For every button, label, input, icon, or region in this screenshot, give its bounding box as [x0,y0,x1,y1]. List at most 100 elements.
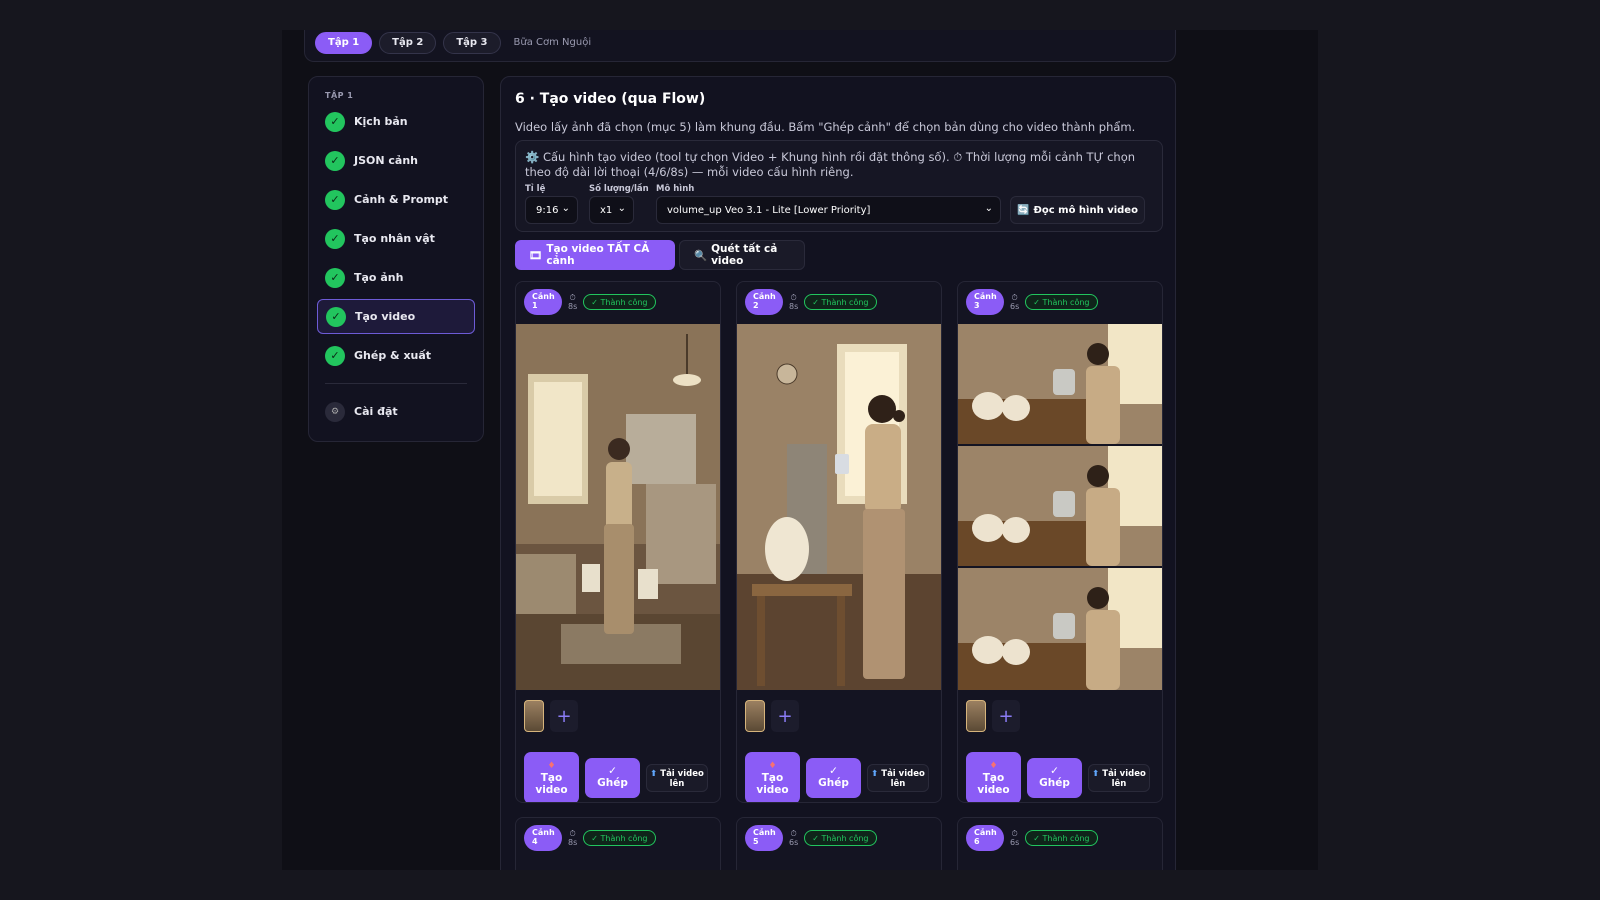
app-window: Tập 1 Tập 2 Tập 3 Bữa Cơm Nguội TẬP 1 ✓ K… [282,30,1318,870]
tab-episode-2[interactable]: Tập 2 [379,31,437,54]
read-models-button[interactable]: 🔄 Đọc mô hình video [1010,196,1145,224]
ratio-select[interactable]: 9:16 ⌄ [525,196,578,224]
timer-icon: ⏱ [790,293,797,302]
sidebar-item-label: Tạo video [355,310,416,323]
status-badge: ✓ Thành công [1025,830,1098,846]
film-icon: 🎞 [529,249,543,262]
page-title: 6 · Tạo video (qua Flow) [515,91,706,107]
upload-icon: ⬆ [650,769,658,779]
scene-number: 6 [974,837,980,846]
fire-icon: ♦ [547,761,556,771]
plus-icon: + [556,705,572,727]
add-version-button[interactable]: + [550,700,578,732]
merge-button[interactable]: ✓ Ghép [806,758,861,798]
sidebar-item-scenes-prompt[interactable]: ✓ Cảnh & Prompt [317,182,475,217]
scene-badge: Cảnh 1 [524,289,562,315]
check-icon: ✓ [1050,765,1059,777]
thumbnail-row: + [524,700,578,732]
sidebar-item-label: Tạo nhân vật [354,232,435,245]
sidebar-item-characters[interactable]: ✓ Tạo nhân vật [317,221,475,256]
duration: ⏱ 6s [789,829,798,847]
sidebar-item-label: JSON cảnh [354,154,419,167]
count-label: Số lượng/lần [589,184,649,194]
scene-badge: Cảnh 6 [966,825,1004,851]
merge-label: Ghép [1039,777,1070,789]
check-icon: ✓ [325,189,345,210]
duration-value: 8s [568,302,578,311]
upload-video-button[interactable]: ⬆ Tải video lên [867,764,929,792]
count-select[interactable]: x1 ⌄ [589,196,634,224]
sidebar-item-label: Cài đặt [354,405,398,418]
generate-video-button[interactable]: ♦ Tạo video [745,752,800,802]
scene-badge: Cảnh 3 [966,289,1004,315]
duration: ⏱ 6s [1010,829,1019,847]
fire-icon: ♦ [768,761,777,771]
upload-icon: ⬆ [871,769,879,779]
duration: ⏱ 6s [1010,293,1019,311]
check-icon: ✓ [326,306,346,327]
scene-header: Cảnh 3 ⏱ 6s ✓ Thành công [966,289,1098,315]
status-badge: ✓ Thành công [804,294,877,310]
upload-video-button[interactable]: ⬆ Tải video lên [646,764,708,792]
page-description: Video lấy ảnh đã chọn (mục 5) làm khung … [515,120,1136,134]
sidebar: TẬP 1 ✓ Kịch bản ✓ JSON cảnh ✓ Cảnh & Promp… [308,76,484,442]
generate-all-button[interactable]: 🎞 Tạo video TẤT CẢ cảnh [515,240,675,270]
scene-card: Cảnh 3 ⏱ 6s ✓ Thành công + ♦ Tạo video ✓… [957,281,1163,803]
sidebar-item-json-scenes[interactable]: ✓ JSON cảnh [317,143,475,178]
scene-image[interactable] [958,324,1162,690]
sidebar-item-settings[interactable]: ⚙ Cài đặt [317,394,475,429]
count-value: x1 [600,204,613,216]
version-thumbnail[interactable] [745,700,765,732]
refresh-icon: 🔄 [1017,204,1030,216]
sidebar-item-merge-export[interactable]: ✓ Ghép & xuất [317,338,475,373]
thumbnail-row: + [745,700,799,732]
scene-image[interactable] [516,324,720,690]
duration: ⏱ 8s [568,829,577,847]
scan-all-button[interactable]: 🔍 Quét tất cả video [679,240,805,270]
sidebar-item-label: Ghép & xuất [354,349,432,362]
version-thumbnail[interactable] [966,700,986,732]
merge-label: Ghép [818,777,849,789]
merge-button[interactable]: ✓ Ghép [1027,758,1082,798]
add-version-button[interactable]: + [992,700,1020,732]
model-select[interactable]: volume_up Veo 3.1 - Lite [Lower Priority… [656,196,1001,224]
tab-episode-3[interactable]: Tập 3 [443,31,501,54]
scene-badge: Cảnh 2 [745,289,783,315]
gear-icon: ⚙ [325,401,345,422]
sidebar-item-images[interactable]: ✓ Tạo ảnh [317,260,475,295]
duration-value: 8s [568,838,578,847]
scene-header: Cảnh 1 ⏱ 8s ✓ Thành công [524,289,656,315]
sidebar-item-video[interactable]: ✓ Tạo video [317,299,475,334]
merge-button[interactable]: ✓ Ghép [585,758,640,798]
generate-video-button[interactable]: ♦ Tạo video [966,752,1021,802]
model-value: volume_up Veo 3.1 - Lite [Lower Priority… [667,204,871,216]
version-thumbnail[interactable] [524,700,544,732]
scene-number: 1 [532,301,538,310]
scene-number: 5 [753,837,759,846]
plus-icon: + [998,705,1014,727]
timer-icon: ⏱ [790,829,797,838]
scene-header: Cảnh 6 ⏱ 6s ✓ Thành công [966,825,1098,851]
upload-video-button[interactable]: ⬆ Tải video lên [1088,764,1150,792]
timer-icon: ⏱ [569,829,576,838]
status-badge: ✓ Thành công [583,294,656,310]
plus-icon: + [777,705,793,727]
video-panel: 6 · Tạo video (qua Flow) Video lấy ảnh đ… [500,76,1176,870]
upload-video-label: Tải video lên [660,769,704,789]
scene-card: Cảnh 6 ⏱ 6s ✓ Thành công [957,817,1163,870]
scene-image[interactable] [737,324,941,690]
tab-episode-1[interactable]: Tập 1 [315,31,373,54]
check-icon: ✓ [325,345,345,366]
sidebar-item-label: Cảnh & Prompt [354,193,449,206]
model-label: Mô hình [656,184,695,194]
generate-video-label: Tạo video [756,772,789,796]
scene-number: 3 [974,301,980,310]
scene-header: Cảnh 2 ⏱ 8s ✓ Thành công [745,289,877,315]
generate-video-button[interactable]: ♦ Tạo video [524,752,579,802]
sidebar-item-script[interactable]: ✓ Kịch bản [317,104,475,139]
scene-header: Cảnh 5 ⏱ 6s ✓ Thành công [745,825,877,851]
add-version-button[interactable]: + [771,700,799,732]
generate-video-label: Tạo video [535,772,568,796]
scene-badge: Cảnh 4 [524,825,562,851]
scene-header: Cảnh 4 ⏱ 8s ✓ Thành công [524,825,656,851]
